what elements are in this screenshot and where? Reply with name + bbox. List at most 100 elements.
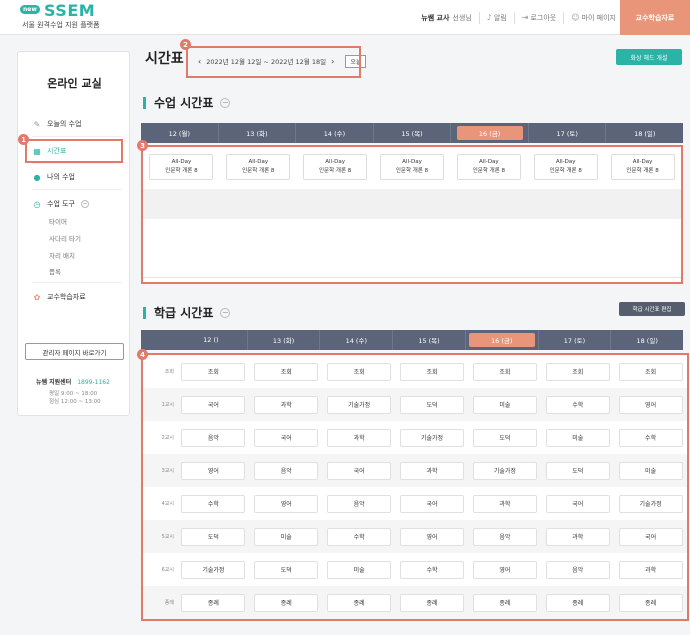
subject-cell[interactable]: 종례 <box>181 593 246 612</box>
class-timetable-title: 수업 시간표 − <box>143 94 231 111</box>
alarm-link[interactable]: ♪ 알림 <box>487 13 507 23</box>
subject-cell[interactable]: 과학 <box>400 461 464 480</box>
table-row: 2교시 음악 국어 과학 기술가정 도덕 미술 수학 <box>143 421 687 454</box>
period-label: 종례 <box>164 600 174 606</box>
divider <box>32 282 122 283</box>
collapse-icon[interactable]: − <box>220 97 231 108</box>
collapse-icon[interactable]: − <box>220 307 231 318</box>
top-header: new SSEM 서울 원격수업 지원 플랫폼 뉴쌤 교사 선생님 ♪ 알림 ⇥ 로그… <box>0 0 690 35</box>
subject-cell[interactable]: 도덕 <box>472 428 537 447</box>
subject-cell[interactable]: 수학 <box>400 560 464 579</box>
subject-cell[interactable]: 과학 <box>618 560 683 579</box>
subject-cell[interactable]: 조회 <box>472 362 537 381</box>
subject-cell[interactable]: 음악 <box>327 494 392 513</box>
class-day-header: 12 (월) 13 (화) 14 (수) 15 (목) 16 (금) 17 (토… <box>141 123 683 143</box>
logout-link[interactable]: ⇥ 로그아웃 <box>522 13 556 23</box>
subject-cell[interactable]: 조회 <box>545 362 610 381</box>
empty-row <box>143 189 681 219</box>
class-card[interactable]: All-Day 인문학 개론 8 <box>456 154 521 180</box>
subject-cell[interactable]: 기술가정 <box>327 395 392 414</box>
subject-cell[interactable]: 도덕 <box>545 461 610 480</box>
class-card[interactable]: All-Day 인문학 개론 8 <box>226 154 291 180</box>
day-mon: 12 (월) <box>141 123 219 143</box>
class-card[interactable]: All-Day 인문학 개론 8 <box>380 154 444 180</box>
subject-cell[interactable]: 과학 <box>472 494 537 513</box>
class-card[interactable]: All-Day 인문학 개론 8 <box>149 154 214 180</box>
subject-cell[interactable]: 국어 <box>181 395 246 414</box>
tool-ladder[interactable]: 사다리 타기 <box>49 233 81 243</box>
subject-cell[interactable]: 영어 <box>181 461 246 480</box>
subject-cell[interactable]: 음악 <box>545 560 610 579</box>
sidebar: 온라인 교실 ✎ 오늘의 수업 ▦ 시간표 ● 나의 수업 ◷ 수업 도구 − 타이머 사… <box>17 51 130 416</box>
subject-cell[interactable]: 수학 <box>181 494 246 513</box>
subject-cell[interactable]: 종례 <box>327 593 392 612</box>
day-wed: 14 (수) <box>320 330 394 350</box>
subject-cell[interactable]: 기술가정 <box>472 461 537 480</box>
table-row: 4교시 수학 영어 음악 국어 과학 국어 기술가정 <box>143 487 687 520</box>
user-icon: ☺ <box>571 12 580 22</box>
subject-cell[interactable]: 미술 <box>545 428 610 447</box>
subject-cell[interactable]: 수학 <box>545 395 610 414</box>
subject-cell[interactable]: 수학 <box>618 428 683 447</box>
class-card[interactable]: All-Day 인문학 개론 8 <box>303 154 368 180</box>
sidebar-item-my-class[interactable]: ● 나의 수업 <box>32 172 76 182</box>
subject-cell[interactable]: 국어 <box>545 494 610 513</box>
support-hours-weekday: 평일 9:00 ~ 18:00 <box>49 391 98 397</box>
subject-cell[interactable]: 기술가정 <box>400 428 464 447</box>
sidebar-item-class-tools[interactable]: ◷ 수업 도구 − <box>32 199 89 209</box>
subject-cell[interactable]: 도덕 <box>400 395 464 414</box>
subject-cell[interactable]: 미술 <box>618 461 683 480</box>
ssem-logo[interactable]: new SSEM 서울 원격수업 지원 플랫폼 <box>20 1 110 31</box>
class-card[interactable]: All-Day 인문학 개론 8 <box>533 154 598 180</box>
subject-cell[interactable]: 음악 <box>472 527 537 546</box>
subject-cell[interactable]: 음악 <box>181 428 246 447</box>
subject-cell[interactable]: 조회 <box>181 362 246 381</box>
tool-seating[interactable]: 자리 배치 <box>49 250 75 260</box>
tool-timer[interactable]: 타이머 <box>49 216 67 226</box>
sidebar-title: 온라인 교실 <box>47 77 102 90</box>
admin-page-button[interactable]: 관리자 페이지 바로가기 <box>25 343 124 360</box>
collapse-icon[interactable]: − <box>81 200 89 208</box>
subject-cell[interactable]: 조회 <box>254 362 319 381</box>
subject-cell[interactable]: 조회 <box>618 362 683 381</box>
subject-cell[interactable]: 기술가정 <box>618 494 683 513</box>
subject-cell[interactable]: 영어 <box>400 527 464 546</box>
subject-cell[interactable]: 종례 <box>400 593 464 612</box>
subject-cell[interactable]: 영어 <box>618 395 683 414</box>
homeroom-day-header: 12 () 13 (화) 14 (수) 15 (목) 16 (금) 17 (토)… <box>175 330 683 350</box>
subject-cell[interactable]: 도덕 <box>181 527 246 546</box>
divider <box>143 277 681 278</box>
bell-icon: ♪ <box>486 12 492 22</box>
subject-cell[interactable]: 국어 <box>400 494 464 513</box>
subject-cell[interactable]: 국어 <box>618 527 683 546</box>
subject-cell[interactable]: 과학 <box>254 395 319 414</box>
subject-cell[interactable]: 미술 <box>327 560 392 579</box>
tool-draw[interactable]: 뽑록 <box>49 266 61 276</box>
edit-homeroom-button[interactable]: 학급 시간표 편집 <box>619 302 685 316</box>
subject-cell[interactable]: 수학 <box>327 527 392 546</box>
subject-cell[interactable]: 미술 <box>472 395 537 414</box>
subject-cell[interactable]: 종례 <box>472 593 537 612</box>
subject-cell[interactable]: 영어 <box>254 494 319 513</box>
subject-cell[interactable]: 도덕 <box>254 560 319 579</box>
subject-cell[interactable]: 종례 <box>545 593 610 612</box>
subject-cell[interactable]: 국어 <box>254 428 319 447</box>
class-card[interactable]: All-Day 인문학 개론 8 <box>610 154 675 180</box>
sidebar-item-today-class[interactable]: ✎ 오늘의 수업 <box>32 119 82 129</box>
subject-cell[interactable]: 미술 <box>254 527 319 546</box>
subject-cell[interactable]: 영어 <box>472 560 537 579</box>
teaching-materials-button[interactable]: 교수학습자료 <box>620 0 690 35</box>
video-meeting-button[interactable]: 화상 해드 개설 <box>616 49 682 65</box>
subject-cell[interactable]: 기술가정 <box>181 560 246 579</box>
subject-cell[interactable]: 과학 <box>545 527 610 546</box>
subject-cell[interactable]: 종례 <box>254 593 319 612</box>
stopwatch-icon: ◷ <box>33 199 41 209</box>
subject-cell[interactable]: 국어 <box>327 461 392 480</box>
subject-cell[interactable]: 음악 <box>254 461 319 480</box>
subject-cell[interactable]: 종례 <box>618 593 683 612</box>
subject-cell[interactable]: 조회 <box>327 362 392 381</box>
subject-cell[interactable]: 과학 <box>327 428 392 447</box>
sidebar-item-materials[interactable]: ✿ 교수학습자료 <box>32 292 86 302</box>
subject-cell[interactable]: 조회 <box>400 362 464 381</box>
mypage-link[interactable]: ☺ 마이 페이지 <box>571 13 616 23</box>
